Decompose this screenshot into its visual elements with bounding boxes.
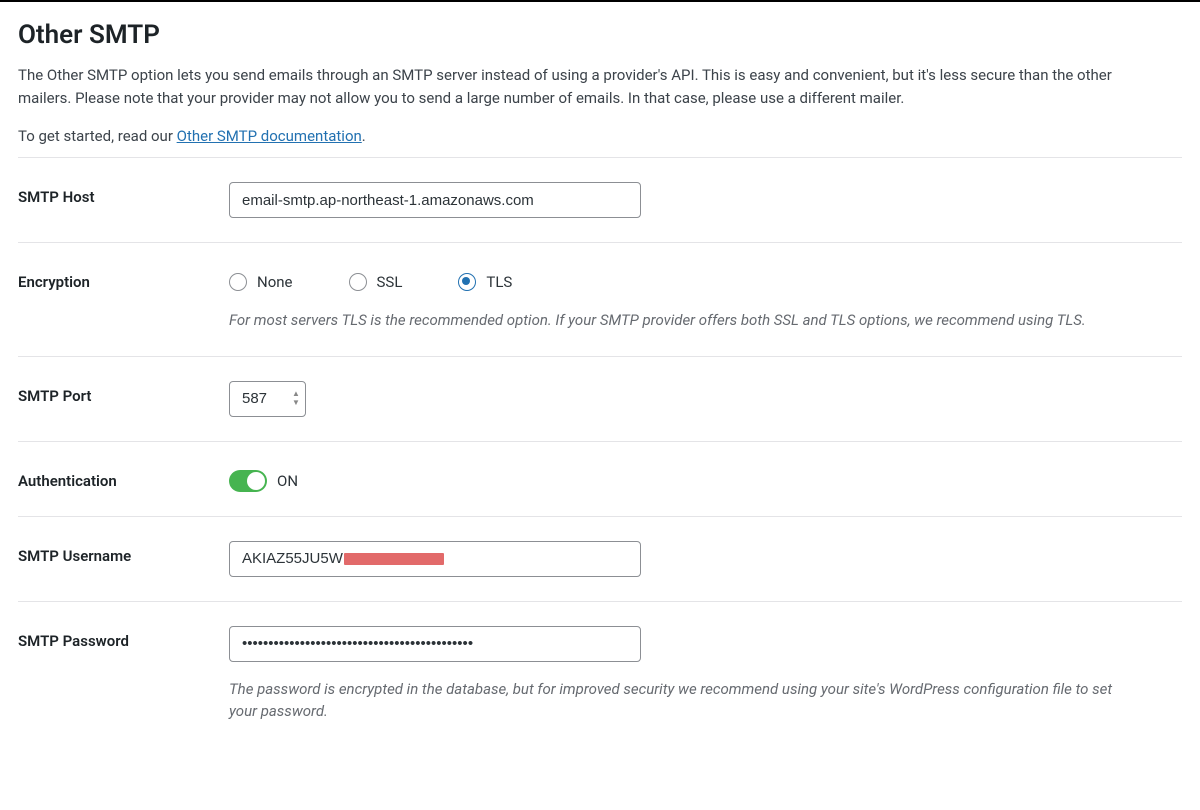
label-smtp-host: SMTP Host xyxy=(18,182,229,206)
radio-ssl[interactable]: SSL xyxy=(349,273,403,291)
row-smtp-password: SMTP Password The password is encrypted … xyxy=(18,601,1182,747)
row-authentication: Authentication ON xyxy=(18,441,1182,516)
row-smtp-username: SMTP Username xyxy=(18,516,1182,601)
input-smtp-port[interactable] xyxy=(229,381,306,417)
help-encryption: For most servers TLS is the recommended … xyxy=(229,309,1129,332)
radio-ssl-label: SSL xyxy=(377,273,403,291)
radio-tls[interactable]: TLS xyxy=(458,273,512,291)
input-smtp-username[interactable] xyxy=(229,541,641,577)
radio-none-label: None xyxy=(257,273,293,291)
doc-prefix: To get started, read our xyxy=(18,127,177,145)
toggle-state-label: ON xyxy=(277,472,298,490)
radio-none[interactable]: None xyxy=(229,273,293,291)
doc-link[interactable]: Other SMTP documentation xyxy=(177,127,362,145)
row-smtp-host: SMTP Host xyxy=(18,157,1182,242)
radio-circle-icon xyxy=(349,273,367,291)
radio-group-encryption: None SSL TLS xyxy=(229,273,1182,291)
toggle-knob-icon xyxy=(247,472,265,490)
label-smtp-username: SMTP Username xyxy=(18,541,229,565)
input-smtp-password[interactable] xyxy=(229,626,641,662)
toggle-authentication[interactable] xyxy=(229,470,267,492)
radio-tls-label: TLS xyxy=(486,273,512,291)
label-encryption: Encryption xyxy=(18,267,229,291)
radio-circle-icon xyxy=(229,273,247,291)
row-encryption: Encryption None SSL TLS For most servers… xyxy=(18,242,1182,356)
radio-circle-selected-icon xyxy=(458,273,476,291)
input-smtp-host[interactable] xyxy=(229,182,641,218)
help-smtp-password: The password is encrypted in the databas… xyxy=(229,678,1129,723)
section-description: The Other SMTP option lets you send emai… xyxy=(18,64,1118,109)
row-smtp-port: SMTP Port ▲ ▼ xyxy=(18,356,1182,441)
doc-line: To get started, read our Other SMTP docu… xyxy=(18,127,1182,145)
doc-suffix: . xyxy=(362,127,366,145)
label-smtp-port: SMTP Port xyxy=(18,381,229,405)
label-smtp-password: SMTP Password xyxy=(18,626,229,650)
label-authentication: Authentication xyxy=(18,466,229,490)
section-title: Other SMTP xyxy=(18,20,1182,50)
